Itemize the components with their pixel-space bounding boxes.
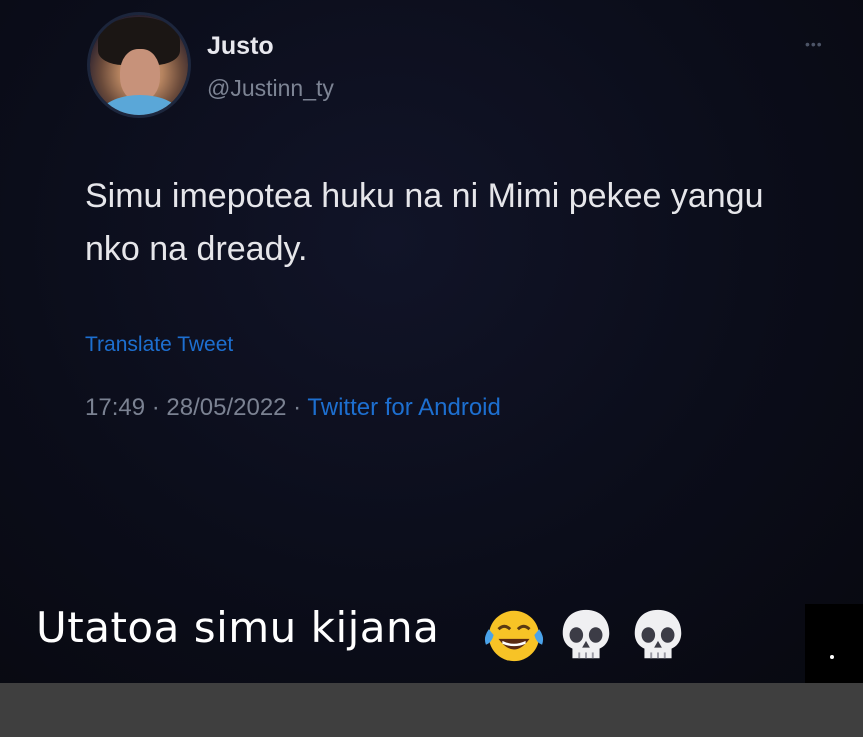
- bottom-bar: [0, 683, 863, 737]
- tweet-meta: 17:49 · 28/05/2022 · Twitter for Android: [85, 394, 501, 422]
- tweet-time: 17:49: [85, 394, 146, 421]
- translate-tweet-link[interactable]: Translate Tweet: [85, 333, 233, 357]
- tweet-date: 28/05/2022: [166, 394, 287, 421]
- tweet-source-link[interactable]: Twitter for Android: [307, 394, 500, 421]
- display-name[interactable]: Justo: [207, 32, 274, 61]
- meta-separator: ·: [286, 394, 308, 421]
- user-handle[interactable]: @Justinn_ty: [207, 75, 334, 102]
- avatar-face: [120, 49, 160, 101]
- more-icon[interactable]: •••: [805, 36, 823, 52]
- tweet-screenshot: Justo @Justinn_ty ••• Simu imepotea huku…: [0, 0, 863, 683]
- tweet-text: Simu imepotea huku na ni Mimi pekee yang…: [85, 177, 764, 268]
- avatar[interactable]: [90, 15, 188, 115]
- caption-text: Utatoa simu kijana: [36, 603, 440, 652]
- meta-separator: ·: [145, 394, 167, 421]
- avatar-shirt: [100, 95, 180, 115]
- skull-icon: [634, 609, 682, 659]
- emoji-row: [483, 603, 699, 667]
- corner-overlay: [805, 604, 863, 683]
- skull-icon: [562, 609, 610, 659]
- face-with-tears-of-joy-icon: [484, 610, 544, 662]
- overlay-dot: [830, 655, 834, 659]
